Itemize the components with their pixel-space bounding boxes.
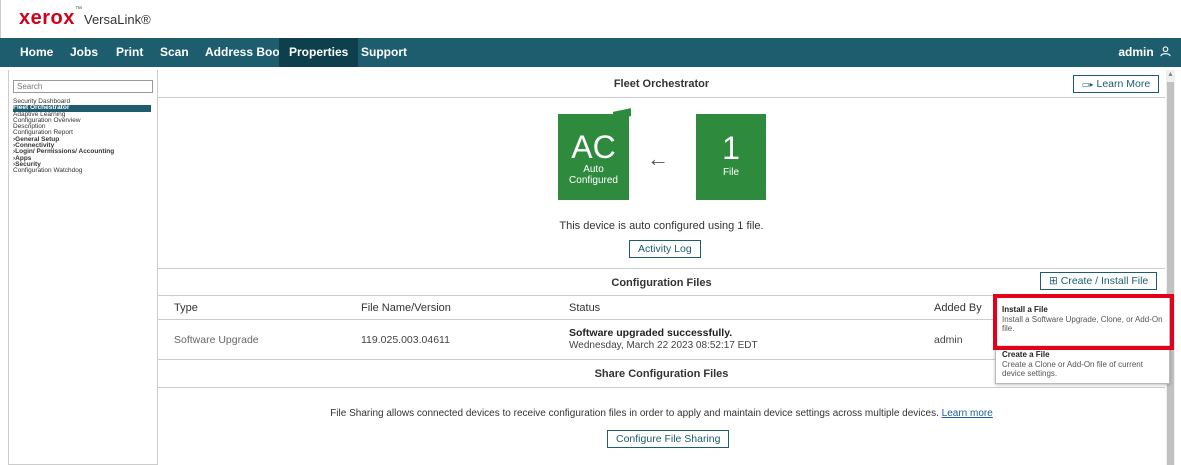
header: xerox ™ VersaLink® [0, 0, 1181, 38]
user-menu[interactable]: admin [1118, 38, 1171, 67]
tile-ac-text: AC [571, 129, 616, 165]
document-corner-icon [613, 108, 631, 120]
nav-home[interactable]: Home [12, 38, 61, 67]
file-count-tile: 1 File [696, 114, 766, 200]
fleet-orchestrator-title: Fleet Orchestrator [613, 78, 710, 90]
file-sharing-learn-more-link[interactable]: Learn more [942, 408, 993, 419]
trademark-mark: ™ [75, 6, 82, 13]
highlight-box [993, 294, 1174, 350]
nav-support[interactable]: Support [353, 38, 415, 67]
create-install-file-label: Create / Install File [1060, 275, 1149, 287]
share-configuration-title: Share Configuration Files [594, 368, 729, 380]
menu-item-create-file[interactable]: Create a File Create a Clone or Add-On f… [1002, 350, 1167, 378]
configuration-files-title: Configuration Files [611, 277, 712, 289]
nav-print[interactable]: Print [108, 38, 151, 67]
cell-added-by: admin [934, 334, 963, 346]
nav-scan[interactable]: Scan [152, 38, 197, 67]
main-content: Fleet Orchestrator ▭▸ Learn More AC Auto… [157, 70, 1165, 465]
configure-file-sharing-button[interactable]: Configure File Sharing [607, 430, 730, 448]
sidebar-list: Security Dashboard Fleet Orchestrator Ad… [13, 98, 151, 175]
nav-jobs[interactable]: Jobs [62, 38, 106, 67]
main-nav: Home Jobs Print Scan Address Book Proper… [0, 38, 1181, 67]
cell-status: Software upgraded successfully. [569, 327, 733, 339]
column-file-name[interactable]: File Name/Version [361, 302, 451, 314]
xerox-logo: xerox [19, 7, 75, 29]
tile-ac-line1: Auto [583, 164, 604, 175]
sidebar-item-configuration-watchdog[interactable]: Configuration Watchdog [13, 167, 151, 174]
product-name: VersaLink® [84, 12, 151, 27]
learn-more-label: Learn More [1096, 78, 1151, 90]
auto-config-message: This device is auto configured using 1 f… [559, 220, 764, 232]
scroll-up-icon[interactable]: ▲ [1167, 71, 1174, 78]
column-added-by[interactable]: Added By [934, 302, 982, 314]
scrollbar-thumb[interactable] [1167, 82, 1174, 465]
learn-more-button[interactable]: ▭▸ Learn More [1073, 75, 1160, 93]
tile-ac-line2: Configured [569, 175, 618, 186]
user-name: admin [1118, 45, 1154, 59]
video-icon: ▭▸ [1082, 80, 1094, 89]
column-status[interactable]: Status [569, 302, 600, 314]
nav-properties[interactable]: Properties [279, 38, 359, 67]
user-icon [1160, 46, 1171, 57]
tile-file-count: 1 [722, 130, 740, 166]
configuration-files-header: Configuration Files [158, 268, 1165, 296]
fleet-orchestrator-header: Fleet Orchestrator [158, 70, 1165, 98]
column-type[interactable]: Type [174, 302, 198, 314]
cell-type: Software Upgrade [174, 334, 259, 346]
activity-log-button[interactable]: Activity Log [629, 240, 701, 258]
file-sharing-description: File Sharing allows connected devices to… [158, 408, 1165, 419]
arrow-left-icon: ← [647, 146, 669, 171]
create-install-file-button[interactable]: ⊞ Create / Install File [1040, 272, 1158, 290]
file-sharing-text: File Sharing allows connected devices to… [330, 408, 939, 419]
create-file-desc: Create a Clone or Add-On file of current… [1002, 360, 1143, 378]
cell-file-name: 119.025.003.04611 [361, 334, 450, 346]
plus-box-icon: ⊞ [1049, 275, 1058, 287]
auto-configured-tile: AC Auto Configured [558, 108, 631, 200]
sidebar: Security Dashboard Fleet Orchestrator Ad… [8, 70, 158, 465]
tile-file-label: File [722, 167, 740, 178]
create-file-title: Create a File [1002, 350, 1050, 359]
sidebar-search-input[interactable] [13, 80, 153, 93]
cell-status-date: Wednesday, March 22 2023 08:52:17 EDT [569, 340, 758, 351]
